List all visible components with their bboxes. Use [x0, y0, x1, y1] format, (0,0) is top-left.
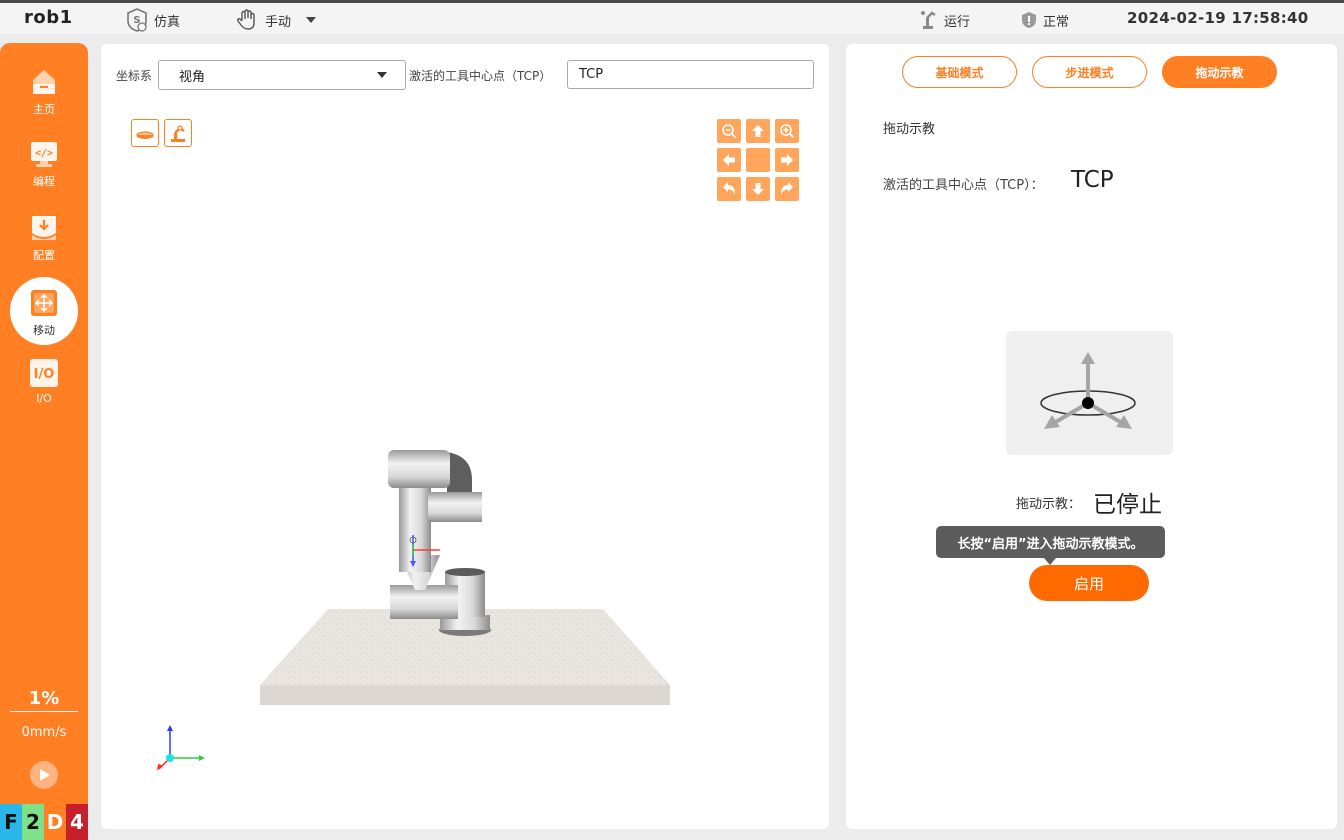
sidebar-item-label: I/O — [36, 392, 52, 405]
robot-arm-icon — [171, 125, 185, 142]
sidebar: 主页 </> 编程 配置 移动 I/O I/O 1% 0mm/s F 2 D 4 — [0, 43, 88, 840]
rotate-right-button[interactable] — [775, 177, 799, 201]
sidebar-item-config[interactable]: 配置 — [0, 213, 88, 283]
shield-icon — [1022, 12, 1036, 28]
mode-dropdown[interactable]: 手动 — [235, 8, 319, 32]
chevron-down-icon — [306, 17, 317, 23]
tab-drag-teach[interactable]: 拖动示教 — [1162, 56, 1277, 88]
chevron-down-icon — [377, 72, 387, 78]
zoom-in-icon — [780, 124, 795, 139]
robot-3d-view[interactable] — [240, 430, 690, 720]
code-icon: </> — [31, 142, 57, 167]
axis-gizmo — [157, 725, 205, 771]
top-bar: rob1 S 仿真 手动 运行 正常 2024-02-19 17:58:40 — [0, 0, 1344, 34]
sidebar-item-label: 编程 — [33, 175, 55, 188]
platform-icon — [136, 131, 154, 139]
sidebar-item-move[interactable]: 移动 — [0, 277, 88, 358]
enable-tooltip: 长按“启用”进入拖动示教模式。 — [936, 526, 1165, 565]
enable-button[interactable]: 启用 — [1029, 565, 1149, 601]
drag-teach-illustration — [1006, 331, 1173, 455]
safety-status: 正常 — [1021, 8, 1069, 32]
rotate-left-icon — [723, 182, 735, 195]
tab-basic-mode[interactable]: 基础模式 — [902, 56, 1017, 88]
drag-teach-status-value: 已停止 — [1093, 492, 1162, 518]
drag-axis-icon — [1040, 352, 1136, 429]
robot-name: rob1 — [24, 7, 73, 28]
sidebar-item-label: 移动 — [33, 324, 55, 337]
coord-system-select[interactable]: 视角 — [158, 60, 406, 90]
rotate-right-icon — [781, 182, 793, 195]
robot-arm-model — [388, 450, 491, 636]
play-icon — [40, 769, 50, 781]
run-label: 运行 — [944, 14, 971, 30]
status-label: 正常 — [1043, 14, 1070, 30]
status-code-2: 2 — [22, 804, 44, 840]
sidebar-item-program[interactable]: </> 编程 — [0, 139, 88, 209]
zoom-in-button[interactable] — [775, 119, 799, 143]
move-icon — [31, 290, 57, 316]
arrow-right-icon — [781, 154, 793, 166]
section-title: 拖动示教 — [883, 122, 936, 137]
zoom-out-button[interactable] — [717, 119, 741, 143]
sidebar-item-home[interactable]: 主页 — [0, 67, 88, 137]
mode-label: 手动 — [265, 14, 292, 30]
coord-system-value: 视角 — [179, 69, 206, 85]
io-icon: I/O — [30, 359, 58, 387]
active-tcp-value: TCP — [1071, 167, 1114, 193]
drag-teach-status-label: 拖动示教： — [1016, 497, 1082, 512]
sidebar-item-label: 配置 — [33, 249, 55, 262]
status-code-4: 4 — [66, 804, 88, 840]
status-code-d: D — [44, 804, 66, 840]
status-code-f: F — [0, 804, 22, 840]
svg-text:I/O: I/O — [34, 367, 55, 382]
tcp-label: 激活的工具中心点（TCP） — [409, 69, 552, 83]
tcp-input[interactable] — [567, 60, 814, 89]
play-button[interactable] — [30, 761, 58, 789]
coord-system-label: 坐标系 — [116, 69, 153, 83]
simulation-label: 仿真 — [154, 14, 181, 30]
sidebar-item-io[interactable]: I/O I/O — [0, 358, 88, 428]
active-tcp-label: 激活的工具中心点（TCP）： — [883, 178, 1044, 193]
arrow-left-icon — [723, 154, 735, 166]
config-icon — [32, 216, 56, 240]
speed-percent[interactable]: 1% — [10, 688, 78, 712]
reset-view-button[interactable] — [746, 148, 770, 172]
robot-arm-icon — [921, 11, 936, 29]
pan-down-button[interactable] — [746, 177, 770, 201]
shield-sim-icon: S — [127, 8, 147, 32]
datetime: 2024-02-19 17:58:40 — [1127, 9, 1309, 27]
arrow-up-icon — [752, 125, 764, 137]
tab-step-mode[interactable]: 步进模式 — [1032, 56, 1147, 88]
arrow-down-icon — [752, 183, 764, 195]
tooltip-arrow — [1044, 558, 1056, 565]
view-plane-button[interactable] — [131, 119, 159, 147]
sidebar-item-label: 主页 — [33, 103, 55, 116]
home-icon — [33, 70, 55, 94]
pan-right-button[interactable] — [775, 148, 799, 172]
tooltip-text: 长按“启用”进入拖动示教模式。 — [957, 536, 1144, 552]
pan-up-button[interactable] — [746, 119, 770, 143]
hand-icon — [237, 9, 255, 30]
rotate-left-button[interactable] — [717, 177, 741, 201]
status-strip: F 2 D 4 — [0, 804, 88, 840]
run-status: 运行 — [920, 8, 970, 32]
svg-text:</>: </> — [35, 148, 53, 159]
speed-mms: 0mm/s — [21, 725, 67, 740]
simulation-indicator[interactable]: S 仿真 — [126, 8, 180, 32]
view-robot-button[interactable] — [164, 119, 192, 147]
pan-left-button[interactable] — [717, 148, 741, 172]
zoom-out-icon — [722, 124, 737, 139]
